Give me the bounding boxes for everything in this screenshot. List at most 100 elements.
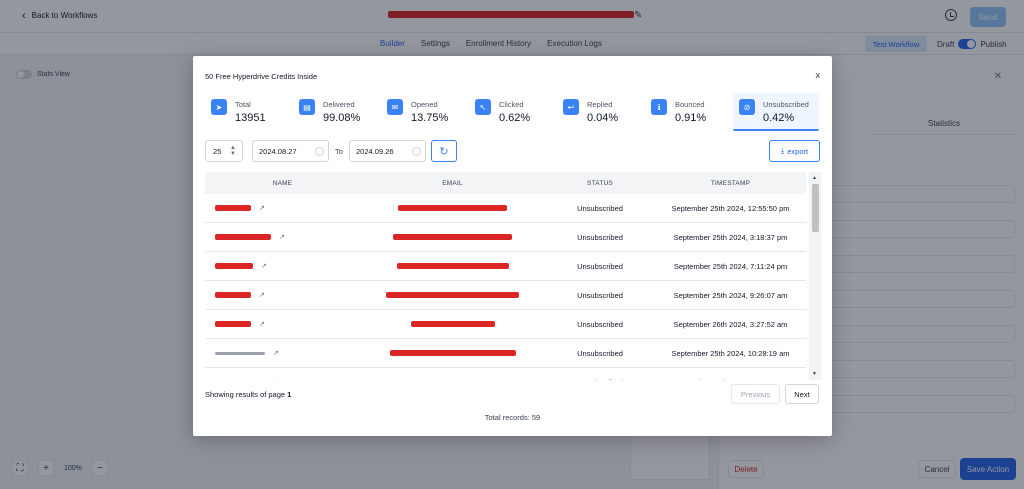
status-cell: Unsubscribed [577, 348, 623, 358]
recipients-table: NAME EMAIL STATUS TIMESTAMP ↗ Unsubscribe… [205, 172, 821, 380]
table-row: ↗ Unsubscribed September 25th 2024, 7:11:2… [205, 252, 806, 281]
per-page-select[interactable]: 25 ▲ ▼ [205, 140, 243, 162]
external-link-icon[interactable]: ↗ [273, 378, 279, 380]
scroll-down-icon[interactable]: ▼ [812, 371, 817, 377]
name-cell[interactable]: ↗ [205, 194, 360, 223]
email-stats-modal: 50 Free Hyperdrive Credits Inside x ➤ To… [193, 56, 832, 436]
from-date-value: 2024.08.27 [259, 146, 297, 156]
column-header-timestamp: TIMESTAMP [710, 179, 751, 187]
name-cell[interactable]: ↗ [205, 339, 360, 368]
unsubscribe-icon: ⊘ [739, 99, 755, 115]
status-cell: Unsubscribed [577, 290, 623, 300]
calendar-icon[interactable] [315, 147, 324, 156]
stat-label: Opened [411, 100, 438, 109]
external-link-icon[interactable]: ↗ [259, 320, 265, 328]
name-cell[interactable]: ↗ [205, 368, 360, 380]
calendar-icon[interactable] [412, 147, 421, 156]
email-cell [360, 223, 545, 252]
stat-delivered[interactable]: ▤ Delivered 99.08% [293, 93, 379, 131]
stat-label: Bounced [675, 100, 705, 109]
redacted-name [215, 321, 251, 327]
name-cell[interactable]: ↗ [205, 281, 360, 310]
table-row: ↗ UnsubscribedSeptember 25th 2024, 9:06:0… [205, 368, 806, 381]
name-cell[interactable]: ↗ [205, 223, 360, 252]
export-button[interactable]: ⤓ export [769, 140, 820, 162]
open-envelope-icon: ✉ [387, 99, 403, 115]
stepper-arrows-icon: ▲ ▼ [230, 145, 236, 157]
info-icon: ℹ [651, 99, 667, 115]
timestamp-cell: September 25th 2024, 9:26:07 am [673, 290, 788, 300]
export-label: export [787, 146, 809, 156]
name-cell[interactable]: ↗ [205, 310, 360, 339]
stat-label: Total [235, 100, 251, 109]
stat-label: Replied [587, 100, 613, 109]
stats-tabs: ➤ Total 13951 ▤ Delivered 99.08% ✉ Opene… [205, 93, 821, 131]
stat-value: 13.75% [411, 112, 449, 124]
table-row: ↗ Unsubscribed September 25th 2024, 9:26:0… [205, 281, 806, 310]
to-date-input[interactable]: 2024.09.26 [349, 140, 426, 162]
stat-value: 13951 [235, 112, 266, 124]
stat-value: 99.08% [323, 112, 361, 124]
email-cell [360, 252, 545, 281]
stat-value: 0.04% [587, 112, 619, 124]
refresh-button[interactable]: ↻ [431, 140, 457, 162]
timestamp-cell: September 25th 2024, 12:55:50 pm [671, 203, 790, 213]
send-icon: ➤ [211, 99, 227, 115]
stat-value: 0.62% [499, 112, 531, 124]
table-body: ↗ Unsubscribed September 25th 2024, 12:55:… [205, 194, 806, 380]
stat-value: 0.42% [763, 112, 795, 124]
column-header-status: STATUS [587, 179, 613, 187]
pagination-info: Showing results of page 1 [205, 390, 291, 399]
external-link-icon[interactable]: ↗ [259, 291, 265, 299]
stat-unsubscribed[interactable]: ⊘ Unsubscribed 0.42% [733, 93, 819, 131]
current-page: 1 [287, 390, 292, 399]
to-date-value: 2024.09.26 [356, 146, 394, 156]
redacted-email [398, 205, 507, 211]
scrollbar-thumb[interactable] [812, 184, 819, 232]
stat-label: Unsubscribed [763, 100, 809, 109]
stat-clicked[interactable]: ↖ Clicked 0.62% [469, 93, 555, 131]
timestamp-cell: September 25th 2024, 9:06:05 am [655, 368, 806, 381]
external-link-icon[interactable]: ↗ [279, 233, 285, 241]
per-page-value: 25 [213, 146, 222, 156]
name-cell[interactable]: ↗ [205, 252, 360, 281]
status-cell: Unsubscribed [577, 261, 623, 271]
redacted-email [389, 350, 516, 356]
status-cell: Unsubscribed [577, 319, 623, 329]
stat-bounced[interactable]: ℹ Bounced 0.91% [645, 93, 731, 131]
timestamp-cell: September 26th 2024, 3:27:52 am [673, 319, 788, 329]
redacted-name [215, 205, 251, 211]
total-records-label: Total records: [484, 413, 530, 422]
redacted-name [215, 263, 253, 269]
stat-label: Clicked [499, 100, 524, 109]
modal-close-button[interactable]: x [816, 70, 821, 80]
total-records-value: 59 [531, 413, 541, 422]
total-records: Total records: 59 [193, 413, 832, 422]
status-cell: Unsubscribed [577, 232, 623, 242]
refresh-icon: ↻ [439, 145, 449, 158]
email-cell [360, 281, 545, 310]
redacted-email [386, 292, 519, 298]
download-icon: ⤓ [780, 146, 785, 155]
stat-total[interactable]: ➤ Total 13951 [205, 93, 291, 131]
email-cell [360, 310, 545, 339]
stat-opened[interactable]: ✉ Opened 13.75% [381, 93, 467, 131]
filter-bar: 25 ▲ ▼ 2024.08.27 To 2024.09.26 ↻ ⤓ expor… [205, 140, 821, 162]
from-date-input[interactable]: 2024.08.27 [252, 140, 329, 162]
external-link-icon[interactable]: ↗ [273, 349, 279, 357]
timestamp-cell: September 25th 2024, 7:11:24 pm [673, 261, 788, 271]
previous-button[interactable]: Previous [731, 384, 780, 404]
scroll-up-icon[interactable]: ▲ [812, 175, 817, 181]
table-scrollbar[interactable]: ▲ ▼ [809, 172, 821, 380]
redacted-name [215, 351, 265, 355]
external-link-icon[interactable]: ↗ [259, 204, 265, 212]
status-cell: Unsubscribed [545, 368, 655, 381]
to-label: To [335, 147, 343, 156]
table-header: NAME EMAIL STATUS TIMESTAMP [205, 172, 806, 194]
stat-value: 0.91% [675, 112, 707, 124]
external-link-icon[interactable]: ↗ [261, 262, 267, 270]
stat-replied[interactable]: ↩ Replied 0.04% [557, 93, 643, 131]
next-button[interactable]: Next [785, 384, 819, 404]
status-cell: Unsubscribed [577, 203, 623, 213]
stat-label: Delivered [323, 100, 355, 109]
